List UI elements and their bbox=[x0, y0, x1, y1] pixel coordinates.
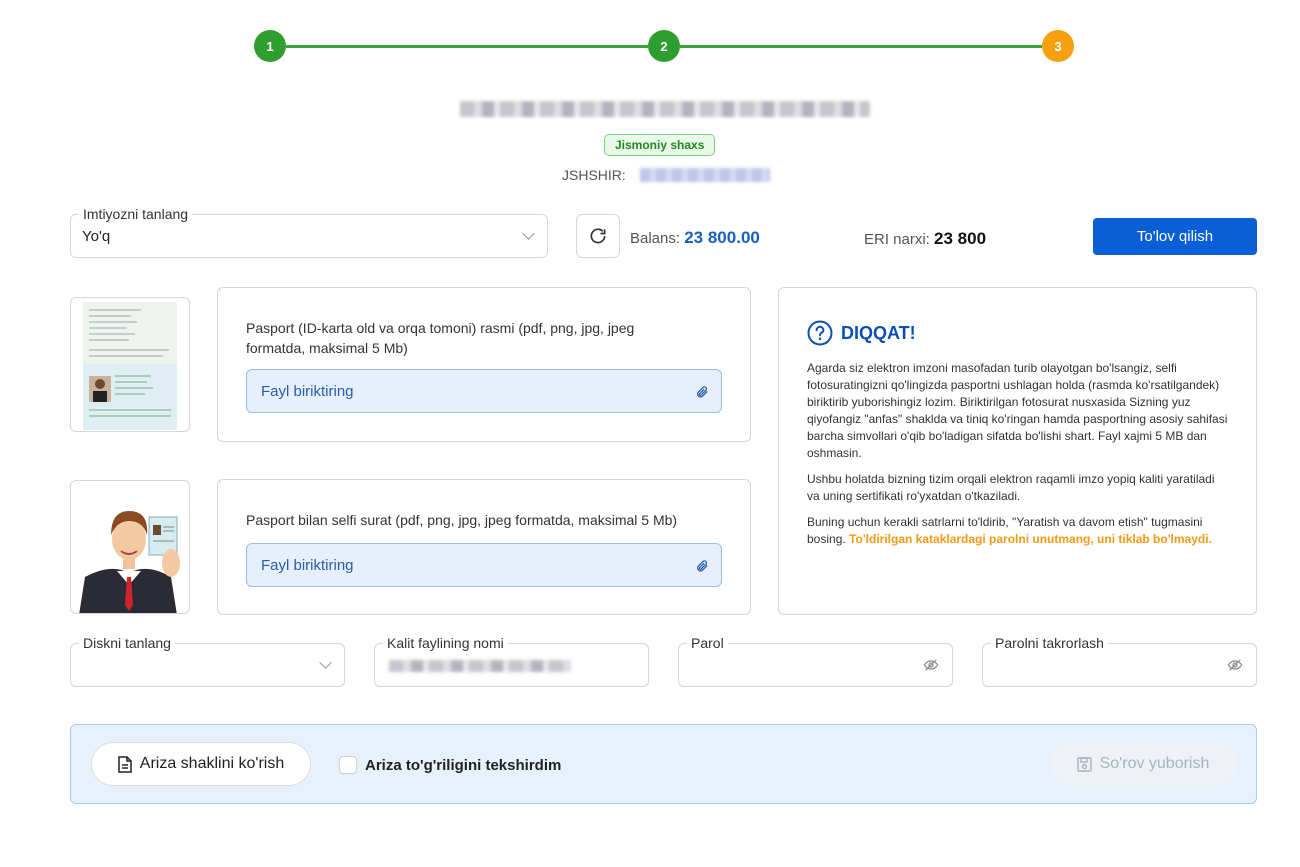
eye-off-icon[interactable] bbox=[922, 657, 940, 673]
selfie-upload-card: Pasport bilan selfi surat (pdf, png, jpg… bbox=[217, 479, 751, 615]
eye-off-icon[interactable] bbox=[1226, 657, 1244, 673]
key-file-name-input[interactable]: Kalit faylining nomi bbox=[374, 634, 649, 687]
eri-label: ERI narxi: bbox=[864, 231, 930, 248]
selfie-upload-description: Pasport bilan selfi surat (pdf, png, jpg… bbox=[246, 512, 678, 528]
person-type-badge: Jismoniy shaxs bbox=[604, 134, 716, 156]
chevron-down-icon bbox=[522, 227, 535, 240]
key-file-name-redacted bbox=[389, 660, 571, 672]
eri-value: 23 800 bbox=[934, 229, 987, 248]
imtiyoz-label: Imtiyozni tanlang bbox=[79, 205, 193, 223]
balance-value: 23 800.00 bbox=[684, 228, 760, 247]
selfie-attach-button[interactable]: Fayl biriktiring bbox=[246, 543, 722, 587]
disk-label: Diskni tanlang bbox=[79, 634, 175, 652]
password-repeat-input[interactable]: Parolni takrorlash bbox=[982, 634, 1257, 687]
password-input[interactable]: Parol bbox=[678, 634, 953, 687]
step-3: 3 bbox=[1042, 30, 1074, 62]
step-connector bbox=[680, 45, 1042, 48]
balance-label: Balans: bbox=[630, 230, 681, 247]
submit-bar: Ariza shaklini ko'rish Ariza to'g'riligi… bbox=[70, 724, 1257, 804]
attach-label: Fayl biriktiring bbox=[261, 383, 354, 400]
passport-upload-card: Pasport (ID-karta old va orqa tomoni) ra… bbox=[217, 287, 751, 442]
notice-paragraph-3: Buning uchun kerakli satrlarni to'ldirib… bbox=[807, 514, 1228, 548]
disk-select[interactable]: Diskni tanlang bbox=[70, 634, 345, 687]
eri-price-display: ERI narxi: 23 800 bbox=[864, 229, 986, 249]
save-icon bbox=[1076, 756, 1092, 772]
step-2: 2 bbox=[648, 30, 680, 62]
selfie-sample-image bbox=[70, 480, 190, 614]
notice-paragraph-2: Ushbu holatda bizning tizim orqali elekt… bbox=[807, 472, 1215, 503]
notice-title: DIQQAT! bbox=[841, 322, 916, 343]
send-request-label: So'rov yuborish bbox=[1099, 755, 1210, 772]
imtiyoz-select[interactable]: Imtiyozni tanlang Yo'q bbox=[70, 205, 548, 258]
refresh-balance-button[interactable] bbox=[576, 214, 620, 258]
verify-checkbox-label: Ariza to'g'riligini tekshirdim bbox=[365, 757, 562, 774]
password-repeat-label: Parolni takrorlash bbox=[991, 634, 1108, 652]
attention-notice: DIQQAT! Agarda siz elektron imzoni masof… bbox=[778, 287, 1257, 615]
refresh-icon bbox=[590, 228, 606, 244]
imtiyoz-value: Yo'q bbox=[82, 228, 111, 245]
pay-button[interactable]: To'lov qilish bbox=[1093, 218, 1257, 255]
attach-label: Fayl biriktiring bbox=[261, 557, 354, 574]
chevron-down-icon bbox=[319, 656, 332, 669]
view-application-button[interactable]: Ariza shaklini ko'rish bbox=[91, 742, 311, 786]
jshshir-label: JSHSHIR: bbox=[562, 167, 626, 183]
verify-checkbox[interactable] bbox=[339, 756, 357, 774]
document-icon bbox=[118, 755, 132, 773]
passport-upload-description: Pasport (ID-karta old va orqa tomoni) ra… bbox=[246, 320, 635, 356]
user-name-redacted bbox=[460, 101, 870, 117]
password-label: Parol bbox=[687, 634, 728, 652]
step-connector bbox=[286, 45, 648, 48]
paperclip-icon bbox=[697, 560, 708, 572]
passport-attach-button[interactable]: Fayl biriktiring bbox=[246, 369, 722, 413]
question-circle-icon bbox=[807, 320, 833, 346]
view-application-label: Ariza shaklini ko'rish bbox=[139, 755, 285, 772]
passport-sample-image bbox=[70, 297, 190, 432]
key-file-name-label: Kalit faylining nomi bbox=[383, 634, 508, 652]
balance-display: Balans: 23 800.00 bbox=[630, 228, 760, 248]
notice-warning: To'ldirilgan kataklardagi parolni unutma… bbox=[849, 532, 1212, 546]
send-request-button[interactable]: So'rov yuborish bbox=[1050, 742, 1236, 786]
progress-stepper: 1 2 3 bbox=[254, 30, 1074, 62]
paperclip-icon bbox=[697, 386, 708, 398]
step-1: 1 bbox=[254, 30, 286, 62]
jshshir-value-redacted bbox=[640, 168, 770, 182]
notice-paragraph-1: Agarda siz elektron imzoni masofadan tur… bbox=[807, 361, 1228, 460]
